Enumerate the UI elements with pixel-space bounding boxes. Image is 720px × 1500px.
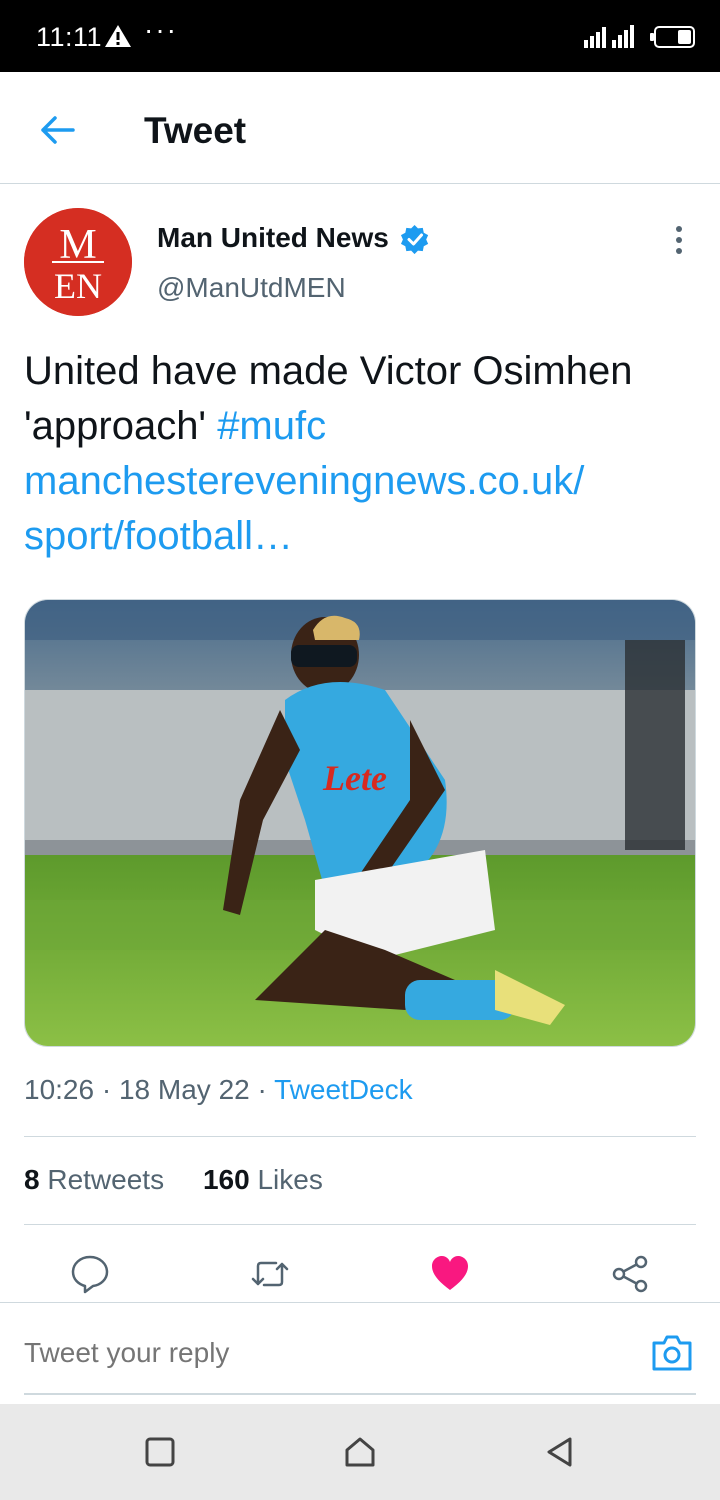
retweets-label: Retweets xyxy=(47,1164,165,1195)
men-logo: M EN xyxy=(24,208,132,316)
reply-underline xyxy=(24,1393,696,1395)
page-title: Tweet xyxy=(144,110,247,151)
divider xyxy=(24,1136,696,1137)
tweet-date: 18 May 22 xyxy=(118,1074,250,1105)
reply-input[interactable] xyxy=(24,1337,624,1369)
tweet-body: United have made Victor Osimhen 'approac… xyxy=(24,349,633,448)
status-time: 11:11 xyxy=(36,22,103,52)
jersey-sponsor-mark: Lete xyxy=(322,758,387,798)
tweet-source[interactable]: TweetDeck xyxy=(274,1074,413,1105)
system-nav-bar xyxy=(0,1404,720,1500)
share-icon[interactable] xyxy=(610,1254,650,1294)
camera-icon[interactable] xyxy=(650,1333,694,1373)
heart-icon[interactable] xyxy=(430,1254,470,1294)
back-button[interactable] xyxy=(30,108,84,152)
article-link-line1[interactable]: manchestereveningnews.co.uk/ xyxy=(24,459,584,503)
warning-icon xyxy=(105,25,131,47)
avatar-text-bottom: EN xyxy=(54,266,102,306)
retweets-count: 8 xyxy=(24,1164,40,1195)
hashtag-link[interactable]: #mufc xyxy=(217,404,326,448)
retweets-stat[interactable]: 8 Retweets xyxy=(24,1164,164,1195)
football-player-photo: Lete xyxy=(25,600,695,1046)
tweet-time: 10:26 xyxy=(24,1074,95,1105)
tweet-media-image[interactable]: Lete xyxy=(24,599,696,1047)
tweet-header: Tweet xyxy=(0,72,720,184)
likes-label: Likes xyxy=(257,1164,323,1195)
recents-square-icon[interactable] xyxy=(144,1436,176,1468)
status-more-dots: ··· xyxy=(144,14,178,45)
avatar-text-top: M xyxy=(59,222,96,268)
verified-badge-icon xyxy=(400,224,429,254)
author-name[interactable]: Man United News xyxy=(157,222,389,254)
retweet-icon[interactable] xyxy=(250,1254,290,1294)
likes-count: 160 xyxy=(202,1164,250,1195)
back-triangle-icon[interactable] xyxy=(544,1436,576,1468)
signal-icon xyxy=(584,25,634,48)
tweet-meta: 10:26 · 18 May 22 · TweetDeck xyxy=(24,1074,413,1105)
avatar[interactable]: M EN xyxy=(24,208,132,316)
arrow-left-icon xyxy=(41,116,75,144)
status-bar: 11:11 ··· xyxy=(0,0,720,72)
comment-icon[interactable] xyxy=(70,1254,110,1294)
tweet-stats: 8 Retweets 160 Likes xyxy=(24,1164,323,1196)
tweet-text: United have made Victor Osimhen 'approac… xyxy=(24,344,704,564)
author-handle[interactable]: @ManUtdMEN xyxy=(157,272,346,304)
likes-stat[interactable]: 160 Likes xyxy=(203,1164,323,1195)
more-vertical-icon[interactable] xyxy=(664,222,694,258)
battery-icon xyxy=(650,26,695,48)
home-house-icon[interactable] xyxy=(344,1436,376,1468)
divider xyxy=(24,1224,696,1225)
reply-bar xyxy=(0,1302,720,1402)
article-link-line2[interactable]: sport/football… xyxy=(24,514,293,558)
